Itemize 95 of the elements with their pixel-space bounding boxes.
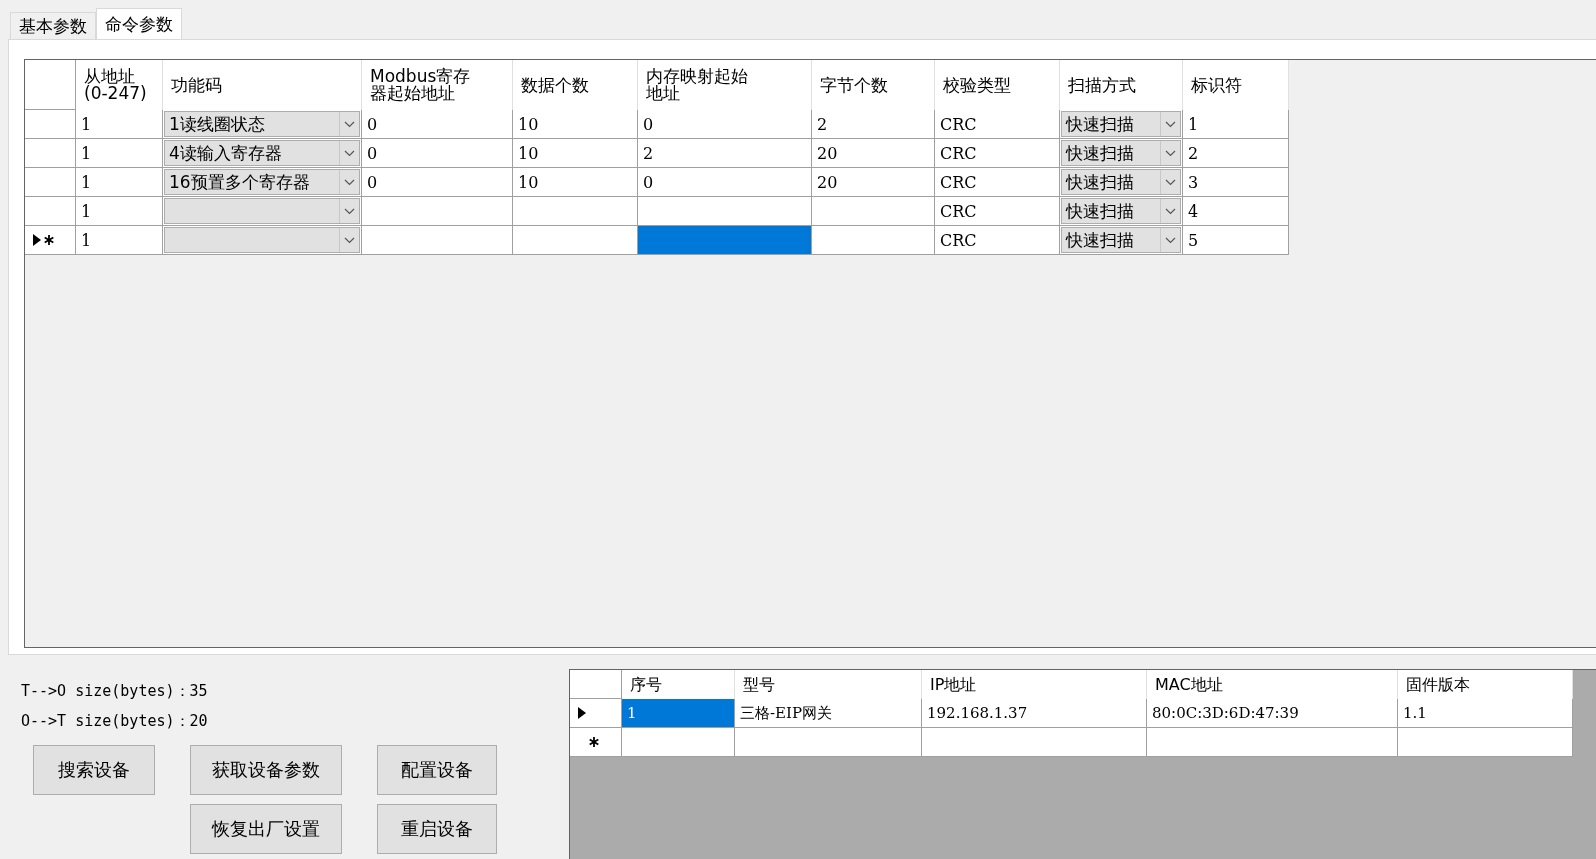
- table-cell[interactable]: 0: [638, 168, 812, 197]
- column-header[interactable]: 数据个数: [513, 60, 638, 110]
- column-header[interactable]: Modbus寄存器起始地址: [362, 60, 513, 110]
- column-header[interactable]: 字节个数: [812, 60, 935, 110]
- table-cell[interactable]: CRC: [935, 168, 1060, 197]
- table-cell[interactable]: 0: [362, 110, 513, 139]
- table-cell[interactable]: [1147, 728, 1398, 757]
- chevron-down-icon: [1165, 120, 1176, 128]
- table-cell[interactable]: CRC: [935, 197, 1060, 226]
- dropdown[interactable]: 1读线圈状态: [164, 111, 360, 137]
- table-cell[interactable]: 1: [622, 699, 735, 728]
- column-header[interactable]: 内存映射起始地址: [638, 60, 812, 110]
- chevron-down-icon: [1165, 207, 1176, 215]
- chevron-down-icon: [344, 236, 355, 244]
- chevron-down-icon: [344, 149, 355, 157]
- table-cell[interactable]: 192.168.1.37: [922, 699, 1147, 728]
- column-header[interactable]: 扫描方式: [1060, 60, 1183, 110]
- table-cell[interactable]: 2: [812, 110, 935, 139]
- table-cell[interactable]: [638, 226, 812, 255]
- action-button[interactable]: 配置设备: [377, 745, 497, 795]
- chevron-down-icon: [1165, 236, 1176, 244]
- column-header[interactable]: 标识符: [1183, 60, 1289, 110]
- dropdown[interactable]: 快速扫描: [1061, 111, 1181, 137]
- column-header[interactable]: IP地址: [922, 670, 1147, 699]
- table-cell[interactable]: 10: [513, 139, 638, 168]
- table-cell[interactable]: [513, 226, 638, 255]
- dropdown[interactable]: 快速扫描: [1061, 227, 1181, 253]
- column-header[interactable]: 功能码: [163, 60, 362, 110]
- table-cell[interactable]: 2: [638, 139, 812, 168]
- action-button[interactable]: 获取设备参数: [190, 745, 342, 795]
- size-label: O-->T size(bytes)：20: [21, 711, 209, 732]
- table-cell[interactable]: 10: [513, 110, 638, 139]
- chevron-down-icon: [344, 120, 355, 128]
- table-cell[interactable]: 2: [1183, 139, 1289, 168]
- table-cell[interactable]: [362, 197, 513, 226]
- table-cell[interactable]: 1: [76, 110, 163, 139]
- chevron-down-icon: [1165, 149, 1176, 157]
- dropdown[interactable]: [164, 198, 360, 224]
- table-cell[interactable]: CRC: [935, 226, 1060, 255]
- chevron-down-icon: [344, 178, 355, 186]
- column-header[interactable]: 从地址 (0-247): [76, 60, 163, 110]
- tab[interactable]: 命令参数: [96, 8, 182, 39]
- dropdown[interactable]: 快速扫描: [1061, 169, 1181, 195]
- table-cell[interactable]: 0: [638, 110, 812, 139]
- column-header[interactable]: 序号: [622, 670, 735, 699]
- table-cell[interactable]: 1: [76, 139, 163, 168]
- table-cell[interactable]: 5: [1183, 226, 1289, 255]
- table-cell[interactable]: 3: [1183, 168, 1289, 197]
- table-cell[interactable]: CRC: [935, 110, 1060, 139]
- dropdown[interactable]: 快速扫描: [1061, 198, 1181, 224]
- new-row-icon: [44, 235, 54, 245]
- chevron-down-icon: [1165, 178, 1176, 186]
- table-cell[interactable]: 1: [1183, 110, 1289, 139]
- table-cell[interactable]: 10: [513, 168, 638, 197]
- dropdown[interactable]: 快速扫描: [1061, 140, 1181, 166]
- column-header[interactable]: 型号: [735, 670, 922, 699]
- table-cell[interactable]: 1: [76, 197, 163, 226]
- tab[interactable]: 基本参数: [10, 12, 96, 39]
- table-cell[interactable]: 1.1: [1398, 699, 1573, 728]
- table-cell[interactable]: 20: [812, 139, 935, 168]
- column-header[interactable]: 固件版本: [1398, 670, 1573, 699]
- table-cell[interactable]: [638, 197, 812, 226]
- column-header[interactable]: 校验类型: [935, 60, 1060, 110]
- new-row-icon: [589, 737, 599, 747]
- table-cell[interactable]: [812, 226, 935, 255]
- table-cell[interactable]: [812, 197, 935, 226]
- table-cell[interactable]: [1398, 728, 1573, 757]
- table-cell[interactable]: 0: [362, 168, 513, 197]
- action-button[interactable]: 搜索设备: [33, 745, 155, 795]
- row-header[interactable]: [570, 699, 622, 728]
- dropdown[interactable]: 4读输入寄存器: [164, 140, 360, 166]
- table-cell[interactable]: 1: [76, 226, 163, 255]
- size-label: T-->O size(bytes)：35: [21, 681, 209, 702]
- table-cell[interactable]: [735, 728, 922, 757]
- current-row-icon: [33, 234, 41, 246]
- table-cell[interactable]: 80:0C:3D:6D:47:39: [1147, 699, 1398, 728]
- table-cell[interactable]: 三格-EIP网关: [735, 699, 922, 728]
- dropdown[interactable]: [164, 227, 360, 253]
- column-header[interactable]: MAC地址: [1147, 670, 1398, 699]
- dropdown[interactable]: 16预置多个寄存器: [164, 169, 360, 195]
- row-header[interactable]: [570, 728, 622, 757]
- table-cell[interactable]: 20: [812, 168, 935, 197]
- action-button[interactable]: 恢复出厂设置: [190, 804, 342, 854]
- current-row-icon: [578, 707, 586, 719]
- row-header[interactable]: [25, 226, 76, 255]
- table-cell[interactable]: [513, 197, 638, 226]
- table-cell[interactable]: 0: [362, 139, 513, 168]
- table-cell[interactable]: [622, 728, 735, 757]
- table-cell[interactable]: [922, 728, 1147, 757]
- table-cell[interactable]: CRC: [935, 139, 1060, 168]
- table-cell[interactable]: 4: [1183, 197, 1289, 226]
- action-button[interactable]: 重启设备: [377, 804, 497, 854]
- table-cell[interactable]: 1: [76, 168, 163, 197]
- table-cell[interactable]: [362, 226, 513, 255]
- chevron-down-icon: [344, 207, 355, 215]
